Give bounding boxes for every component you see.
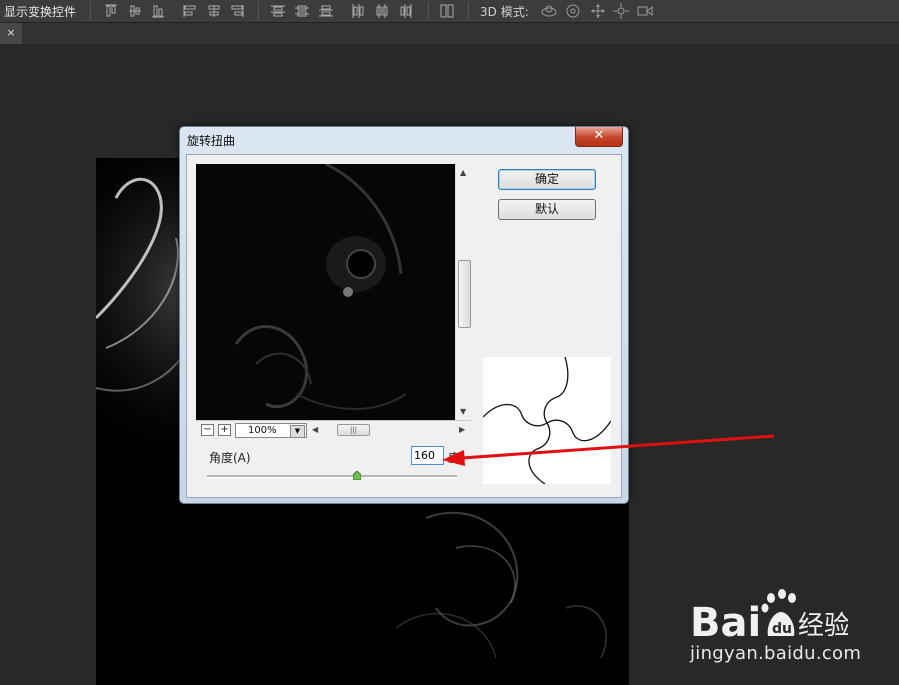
distribute-horizontal-centers-icon[interactable] (374, 3, 390, 19)
scroll-left-arrow-icon[interactable]: ◀ (312, 425, 318, 434)
ok-button[interactable]: 确定 (498, 169, 596, 190)
align-vertical-centers-icon[interactable] (127, 3, 143, 19)
3d-pan-icon[interactable] (589, 2, 607, 20)
zoom-out-button[interactable]: − (201, 424, 214, 436)
vertical-scroll-thumb[interactable] (458, 260, 471, 328)
chevron-down-icon[interactable]: ▼ (290, 425, 305, 438)
align-top-edges-icon[interactable] (103, 3, 119, 19)
separator (468, 2, 469, 20)
svg-text:经验: 经验 (798, 611, 848, 641)
align-horizontal-centers-icon[interactable] (206, 3, 222, 19)
distribute-bottom-edges-icon[interactable] (318, 3, 334, 19)
svg-text:Bai: Bai (690, 600, 761, 642)
dialog-title: 旋转扭曲 (187, 134, 236, 148)
3d-orbit-icon[interactable] (540, 2, 558, 20)
baidu-logo: Bai du 经验 (690, 589, 850, 646)
close-document-tab-button[interactable]: × (0, 23, 22, 44)
zoom-level-value: 100% (248, 425, 277, 436)
zoom-level-select[interactable]: 100% ▼ (235, 423, 307, 438)
3d-roll-icon[interactable] (564, 2, 582, 20)
document-tab-bar: × (0, 23, 899, 44)
separator (90, 2, 91, 20)
separator (428, 2, 429, 20)
scroll-right-arrow-icon[interactable]: ▶ (459, 425, 465, 434)
twirl-shape-preview (482, 356, 612, 485)
distribute-vertical-centers-icon[interactable] (294, 3, 310, 19)
angle-slider-thumb[interactable] (352, 469, 362, 481)
3d-slide-icon[interactable] (612, 2, 630, 20)
dialog-body: ▲ ▼ − + 100% ▼ ◀ ||| ▶ 确定 默认 角度(A) 160 度 (186, 154, 622, 498)
angle-slider-track[interactable] (207, 475, 457, 478)
scroll-up-arrow-icon[interactable]: ▲ (460, 168, 466, 177)
align-left-edges-icon[interactable] (182, 3, 198, 19)
zoom-bar: − + 100% ▼ ◀ ||| ▶ (196, 420, 471, 438)
auto-align-layers-icon[interactable] (439, 3, 455, 19)
twirl-curves (482, 356, 612, 485)
horizontal-scroll-thumb[interactable]: ||| (337, 424, 370, 436)
align-bottom-edges-icon[interactable] (150, 3, 166, 19)
preview-vertical-scrollbar[interactable]: ▲ ▼ (455, 164, 472, 420)
align-right-edges-icon[interactable] (229, 3, 245, 19)
3d-scale-camera-icon[interactable] (636, 2, 654, 20)
twirl-dialog: 旋转扭曲 ✕ ▲ ▼ − + 100% ▼ ◀ ||| ▶ 确定 默认 角度(A… (179, 126, 629, 504)
filter-preview[interactable] (196, 164, 455, 420)
3d-mode-label: 3D 模式: (480, 5, 529, 19)
scroll-down-arrow-icon[interactable]: ▼ (460, 407, 466, 416)
show-transform-controls-label[interactable]: 显示变换控件 (4, 3, 76, 20)
default-button[interactable]: 默认 (498, 199, 596, 220)
watermark-url: jingyan.baidu.com (690, 643, 862, 664)
svg-text:du: du (772, 621, 792, 637)
dialog-close-button[interactable]: ✕ (575, 127, 623, 147)
baidu-jingyan-watermark: Bai du 经验 (688, 586, 850, 646)
angle-unit-label: 度 (448, 451, 461, 465)
distribute-top-edges-icon[interactable] (270, 3, 286, 19)
preview-image (196, 164, 455, 420)
separator (258, 2, 259, 20)
options-bar: 显示变换控件 3D 模式: (0, 0, 899, 23)
distribute-left-edges-icon[interactable] (350, 3, 366, 19)
distribute-right-edges-icon[interactable] (398, 3, 414, 19)
angle-label: 角度(A) (209, 451, 251, 465)
zoom-in-button[interactable]: + (218, 424, 231, 436)
angle-input[interactable]: 160 (411, 446, 444, 465)
